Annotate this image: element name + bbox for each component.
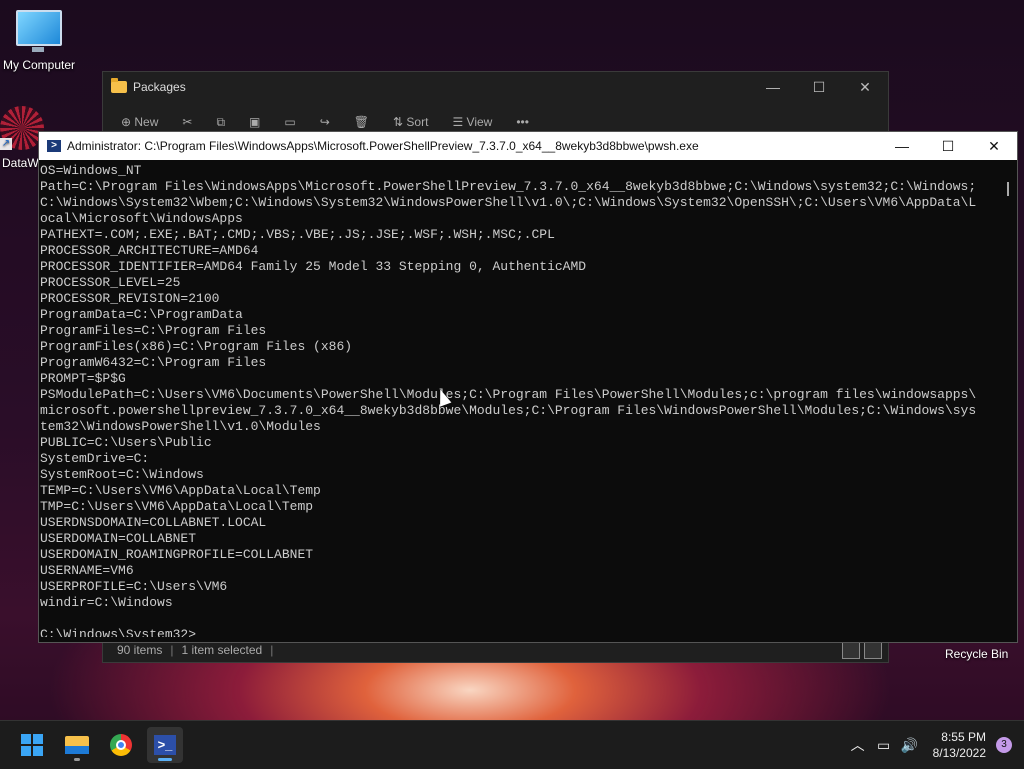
tiles-view-button[interactable] (864, 641, 882, 659)
close-button[interactable]: ✕ (971, 132, 1017, 160)
details-view-button[interactable] (842, 641, 860, 659)
console-line: tem32\WindowsPowerShell\v1.0\Modules (40, 419, 321, 434)
close-button[interactable]: ✕ (842, 72, 888, 102)
status-divider: | (170, 643, 174, 657)
chevron-up-icon[interactable]: ︿ (847, 735, 869, 755)
cut-icon[interactable]: ✂ (182, 115, 192, 129)
terminal-title: Administrator: C:\Program Files\WindowsA… (67, 139, 699, 153)
new-label: New (134, 115, 159, 129)
terminal-titlebar[interactable]: > Administrator: C:\Program Files\Window… (39, 132, 1017, 160)
computer-icon (16, 10, 62, 52)
active-indicator (158, 758, 172, 761)
desktop-icon-label: My Computer (2, 58, 76, 72)
console-line: PROCESSOR_LEVEL=25 (40, 275, 181, 290)
volume-icon[interactable]: 🔊 (899, 737, 921, 754)
console-line: windir=C:\Windows (40, 595, 173, 610)
console-output[interactable]: OS=Windows_NT Path=C:\Program Files\Windo… (39, 160, 1017, 637)
network-icon[interactable]: ▭ (873, 737, 895, 754)
powershell-window[interactable]: > Administrator: C:\Program Files\Window… (38, 131, 1018, 643)
explorer-titlebar[interactable]: Packages — ☐ ✕ (103, 72, 888, 102)
console-line: TEMP=C:\Users\VM6\AppData\Local\Temp (40, 483, 321, 498)
paste-icon[interactable]: ▣ (249, 115, 260, 129)
clock-date: 8/13/2022 (932, 746, 986, 760)
console-line: PROCESSOR_ARCHITECTURE=AMD64 (40, 243, 259, 258)
console-line: USERDOMAIN_ROAMINGPROFILE=COLLABNET (40, 547, 314, 562)
console-line: ProgramFiles=C:\Program Files (40, 323, 267, 338)
taskbar: >_ ︿ ▭ 🔊 8:55 PM 8/13/2022 3 (0, 720, 1024, 769)
console-line: ProgramData=C:\ProgramData (40, 307, 243, 322)
console-line: TMP=C:\Users\VM6\AppData\Local\Temp (40, 499, 314, 514)
console-line: USERPROFILE=C:\Users\VM6 (40, 579, 228, 594)
copy-icon[interactable]: ⧉ (216, 115, 225, 130)
running-indicator (74, 758, 80, 761)
folder-icon (111, 78, 127, 93)
item-count: 90 items (117, 643, 163, 657)
delete-icon[interactable]: 🗑 (354, 115, 369, 129)
console-line: C:\Windows\System32\Wbem;C:\Windows\Syst… (40, 195, 977, 210)
desktop-icon-datawrapper[interactable]: ↗ DataW (0, 106, 44, 170)
maximize-button[interactable]: ☐ (925, 132, 971, 160)
console-line: USERDOMAIN=COLLABNET (40, 531, 197, 546)
console-line: microsoft.powershellpreview_7.3.7.0_x64_… (40, 403, 977, 418)
notification-badge[interactable]: 3 (996, 737, 1012, 753)
console-line: SystemDrive=C: (40, 451, 150, 466)
shortcut-arrow-icon: ↗ (0, 138, 12, 150)
console-line: USERDNSDOMAIN=COLLABNET.LOCAL (40, 515, 267, 530)
chrome-icon (110, 734, 132, 756)
view-button[interactable]: ☰ View (452, 115, 492, 129)
start-button[interactable] (14, 727, 50, 763)
windows-icon (21, 734, 43, 756)
minimize-button[interactable]: — (750, 72, 796, 102)
powershell-icon: >_ (154, 735, 176, 755)
selected-count: 1 item selected (181, 643, 263, 657)
taskbar-file-explorer[interactable] (59, 727, 95, 763)
console-line: SystemRoot=C:\Windows (40, 467, 204, 482)
console-line: USERNAME=VM6 (40, 563, 134, 578)
clock-time: 8:55 PM (941, 730, 986, 744)
scrollbar-thumb[interactable] (1007, 182, 1009, 196)
share-icon[interactable]: ↪ (320, 115, 330, 129)
console-prompt: C:\Windows\System32> (40, 627, 197, 637)
desktop-icon-label: DataW (2, 156, 39, 170)
console-line: PUBLIC=C:\Users\Public (40, 435, 212, 450)
console-line: ocal\Microsoft\WindowsApps (40, 211, 243, 226)
powershell-icon: > (47, 140, 61, 152)
console-prompt-line[interactable]: C:\Windows\System32> (40, 627, 1017, 637)
explorer-title: Packages (133, 80, 186, 94)
rename-icon[interactable]: ▭ (284, 115, 295, 129)
minimize-button[interactable]: — (879, 132, 925, 160)
console-line: PSModulePath=C:\Users\VM6\Documents\Powe… (40, 387, 977, 402)
console-line: PROCESSOR_REVISION=2100 (40, 291, 220, 306)
recycle-bin-label[interactable]: Recycle Bin (945, 647, 1008, 661)
system-tray: ︿ ▭ 🔊 8:55 PM 8/13/2022 3 (847, 721, 1024, 769)
view-label: View (466, 115, 493, 129)
console-line: ProgramW6432=C:\Program Files (40, 355, 267, 370)
sort-button[interactable]: ⇅ Sort (393, 115, 428, 129)
maximize-button[interactable]: ☐ (796, 72, 842, 102)
new-button[interactable]: ⊕ New (121, 115, 158, 129)
desktop-icon-my-computer[interactable]: My Computer (0, 10, 78, 72)
console-line: Path=C:\Program Files\WindowsApps\Micros… (40, 179, 977, 194)
file-explorer-icon (65, 736, 89, 754)
taskbar-chrome[interactable] (103, 727, 139, 763)
console-line: PROCESSOR_IDENTIFIER=AMD64 Family 25 Mod… (40, 259, 587, 274)
console-line: PROMPT=$P$G (40, 371, 126, 386)
sort-label: Sort (406, 115, 429, 129)
console-line: ProgramFiles(x86)=C:\Program Files (x86) (40, 339, 353, 354)
more-button[interactable]: ••• (516, 115, 529, 129)
console-line: PATHEXT=.COM;.EXE;.BAT;.CMD;.VBS;.VBE;.J… (40, 227, 555, 242)
clock[interactable]: 8:55 PM 8/13/2022 (933, 729, 986, 761)
taskbar-powershell[interactable]: >_ (147, 727, 183, 763)
status-divider: | (270, 643, 274, 657)
console-line: OS=Windows_NT (40, 163, 142, 178)
